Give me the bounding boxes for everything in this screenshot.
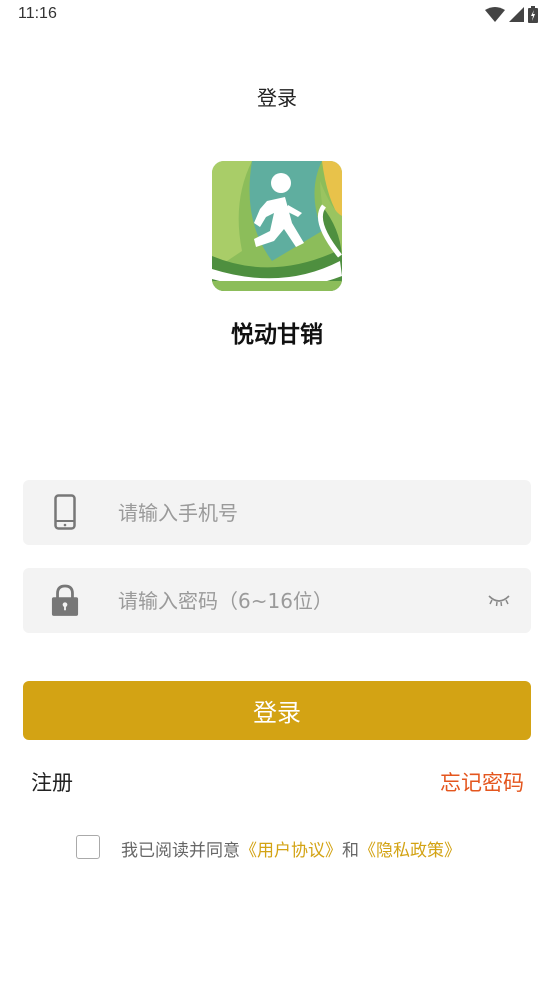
agreement-checkbox[interactable] xyxy=(76,835,100,859)
agreement-and: 和 xyxy=(342,841,359,861)
phone-icon xyxy=(51,494,79,530)
agreement-text: 我已阅读并同意《用户协议》和《隐私政策》 xyxy=(121,836,461,861)
signal-icon xyxy=(509,7,524,22)
runner-logo-icon xyxy=(212,161,342,291)
status-time: 11:16 xyxy=(18,5,57,22)
lock-icon xyxy=(51,582,79,618)
password-input[interactable] xyxy=(118,568,478,633)
phone-input[interactable] xyxy=(118,480,478,545)
agreement-row: 我已阅读并同意《用户协议》和《隐私政策》 xyxy=(0,834,554,862)
app-name: 悦动甘销 xyxy=(231,322,323,348)
status-icons xyxy=(485,6,538,23)
forgot-password-link[interactable]: 忘记密码 xyxy=(440,767,524,797)
phone-field[interactable] xyxy=(23,480,531,545)
status-bar: 11:16 xyxy=(0,0,554,32)
wifi-icon xyxy=(485,6,505,22)
page-title: 登录 xyxy=(257,86,297,110)
register-link[interactable]: 注册 xyxy=(31,767,73,797)
login-button[interactable]: 登录 xyxy=(23,681,531,740)
agreement-prefix: 我已阅读并同意 xyxy=(121,841,240,861)
eye-closed-icon[interactable] xyxy=(487,590,511,610)
user-agreement-link[interactable]: 《用户协议》 xyxy=(240,841,342,861)
password-field[interactable] xyxy=(23,568,531,633)
privacy-policy-link[interactable]: 《隐私政策》 xyxy=(359,841,461,861)
battery-charging-icon xyxy=(528,6,538,23)
